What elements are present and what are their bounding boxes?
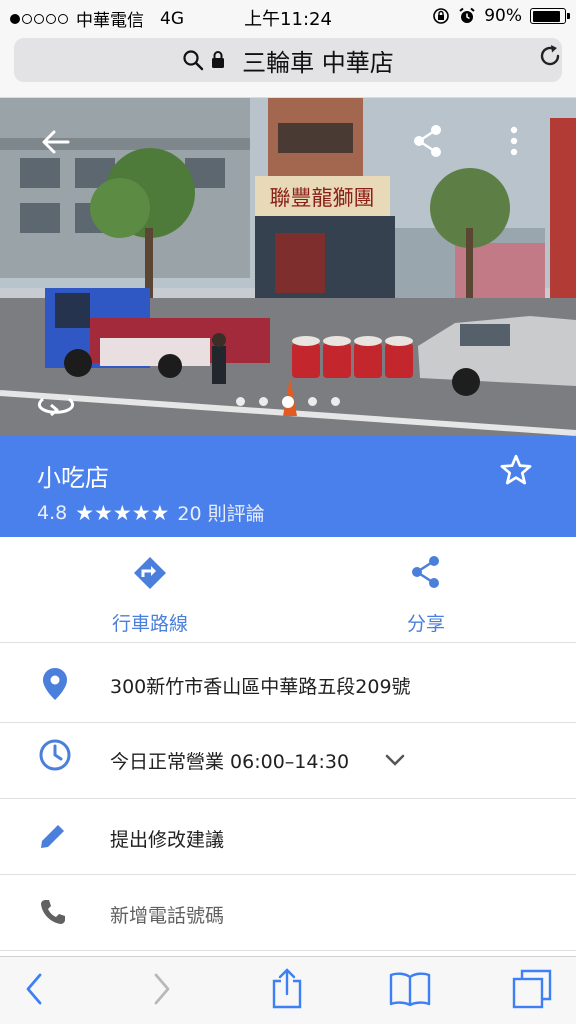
place-name: 小吃店: [37, 464, 109, 492]
shop-sign: 聯豐龍獅團: [270, 186, 375, 210]
star-outline-icon[interactable]: [498, 452, 534, 488]
search-icon: [183, 50, 204, 71]
share-icon: [412, 556, 439, 588]
hours-row[interactable]: 今日正常營業 06:00–14:30: [0, 723, 576, 799]
chevron-down-icon[interactable]: [385, 753, 405, 767]
address-text: 300新竹市香山區中華路五段209號: [110, 676, 411, 698]
share-icon[interactable]: [270, 967, 304, 1009]
status-right: 90%: [432, 6, 570, 26]
photo-pager: [0, 395, 576, 408]
back-arrow-icon[interactable]: [40, 128, 72, 156]
alarm-icon: [459, 7, 475, 23]
lock-icon: [212, 51, 225, 68]
pager-dot[interactable]: [236, 397, 245, 406]
rating-stars-icon: ★★★★★: [75, 500, 170, 525]
orientation-lock-icon: [433, 8, 450, 24]
place-rating-row[interactable]: 4.8 ★★★★★ 20 則評論: [37, 499, 265, 526]
phone-icon: [41, 900, 65, 924]
suggest-edit-text: 提出修改建議: [110, 829, 225, 851]
pager-dot[interactable]: [282, 395, 294, 408]
address-bar-area: 三輪車 中華店: [0, 32, 576, 98]
address-bar[interactable]: 三輪車 中華店: [14, 38, 562, 82]
forward-icon[interactable]: [150, 971, 174, 1007]
add-phone-text: 新增電話號碼: [110, 905, 225, 927]
review-count: 20 則評論: [177, 503, 265, 525]
share-icon[interactable]: [412, 124, 444, 158]
street-view-photo[interactable]: 聯豐龍獅團: [0, 98, 576, 436]
battery-percent: 90%: [484, 6, 522, 26]
edit-pencil-icon: [41, 825, 64, 848]
clock-icon: [39, 739, 71, 771]
directions-button[interactable]: 行車路線: [70, 555, 230, 636]
street-scene-image: 聯豐龍獅團: [0, 98, 576, 436]
place-header: 小吃店 4.8 ★★★★★ 20 則評論: [0, 436, 576, 537]
pager-dot[interactable]: [331, 397, 340, 406]
share-place-button[interactable]: 分享: [346, 555, 506, 636]
status-bar: 中華電信 4G 上午11:24 90%: [0, 0, 576, 32]
action-row: 行車路線 分享: [0, 537, 576, 643]
directions-icon: [134, 557, 166, 589]
pager-dot[interactable]: [259, 397, 268, 406]
reload-icon[interactable]: [536, 42, 564, 70]
more-vert-icon[interactable]: [508, 126, 520, 156]
battery-icon: [530, 8, 570, 24]
rating-value: 4.8: [37, 501, 68, 524]
back-icon[interactable]: [22, 971, 46, 1007]
tabs-icon[interactable]: [512, 969, 552, 1009]
directions-label: 行車路線: [111, 613, 188, 635]
page-title: 三輪車 中華店: [242, 48, 394, 77]
hours-text: 今日正常營業 06:00–14:30: [110, 751, 350, 773]
browser-toolbar: [0, 956, 576, 1024]
pager-dot[interactable]: [308, 397, 317, 406]
suggest-edit-row[interactable]: 提出修改建議: [0, 799, 576, 875]
add-phone-row[interactable]: 新增電話號碼: [0, 875, 576, 951]
share-label: 分享: [406, 613, 445, 635]
address-row[interactable]: 300新竹市香山區中華路五段209號: [0, 643, 576, 723]
location-pin-icon: [43, 668, 67, 700]
bookmarks-icon[interactable]: [388, 971, 432, 1007]
